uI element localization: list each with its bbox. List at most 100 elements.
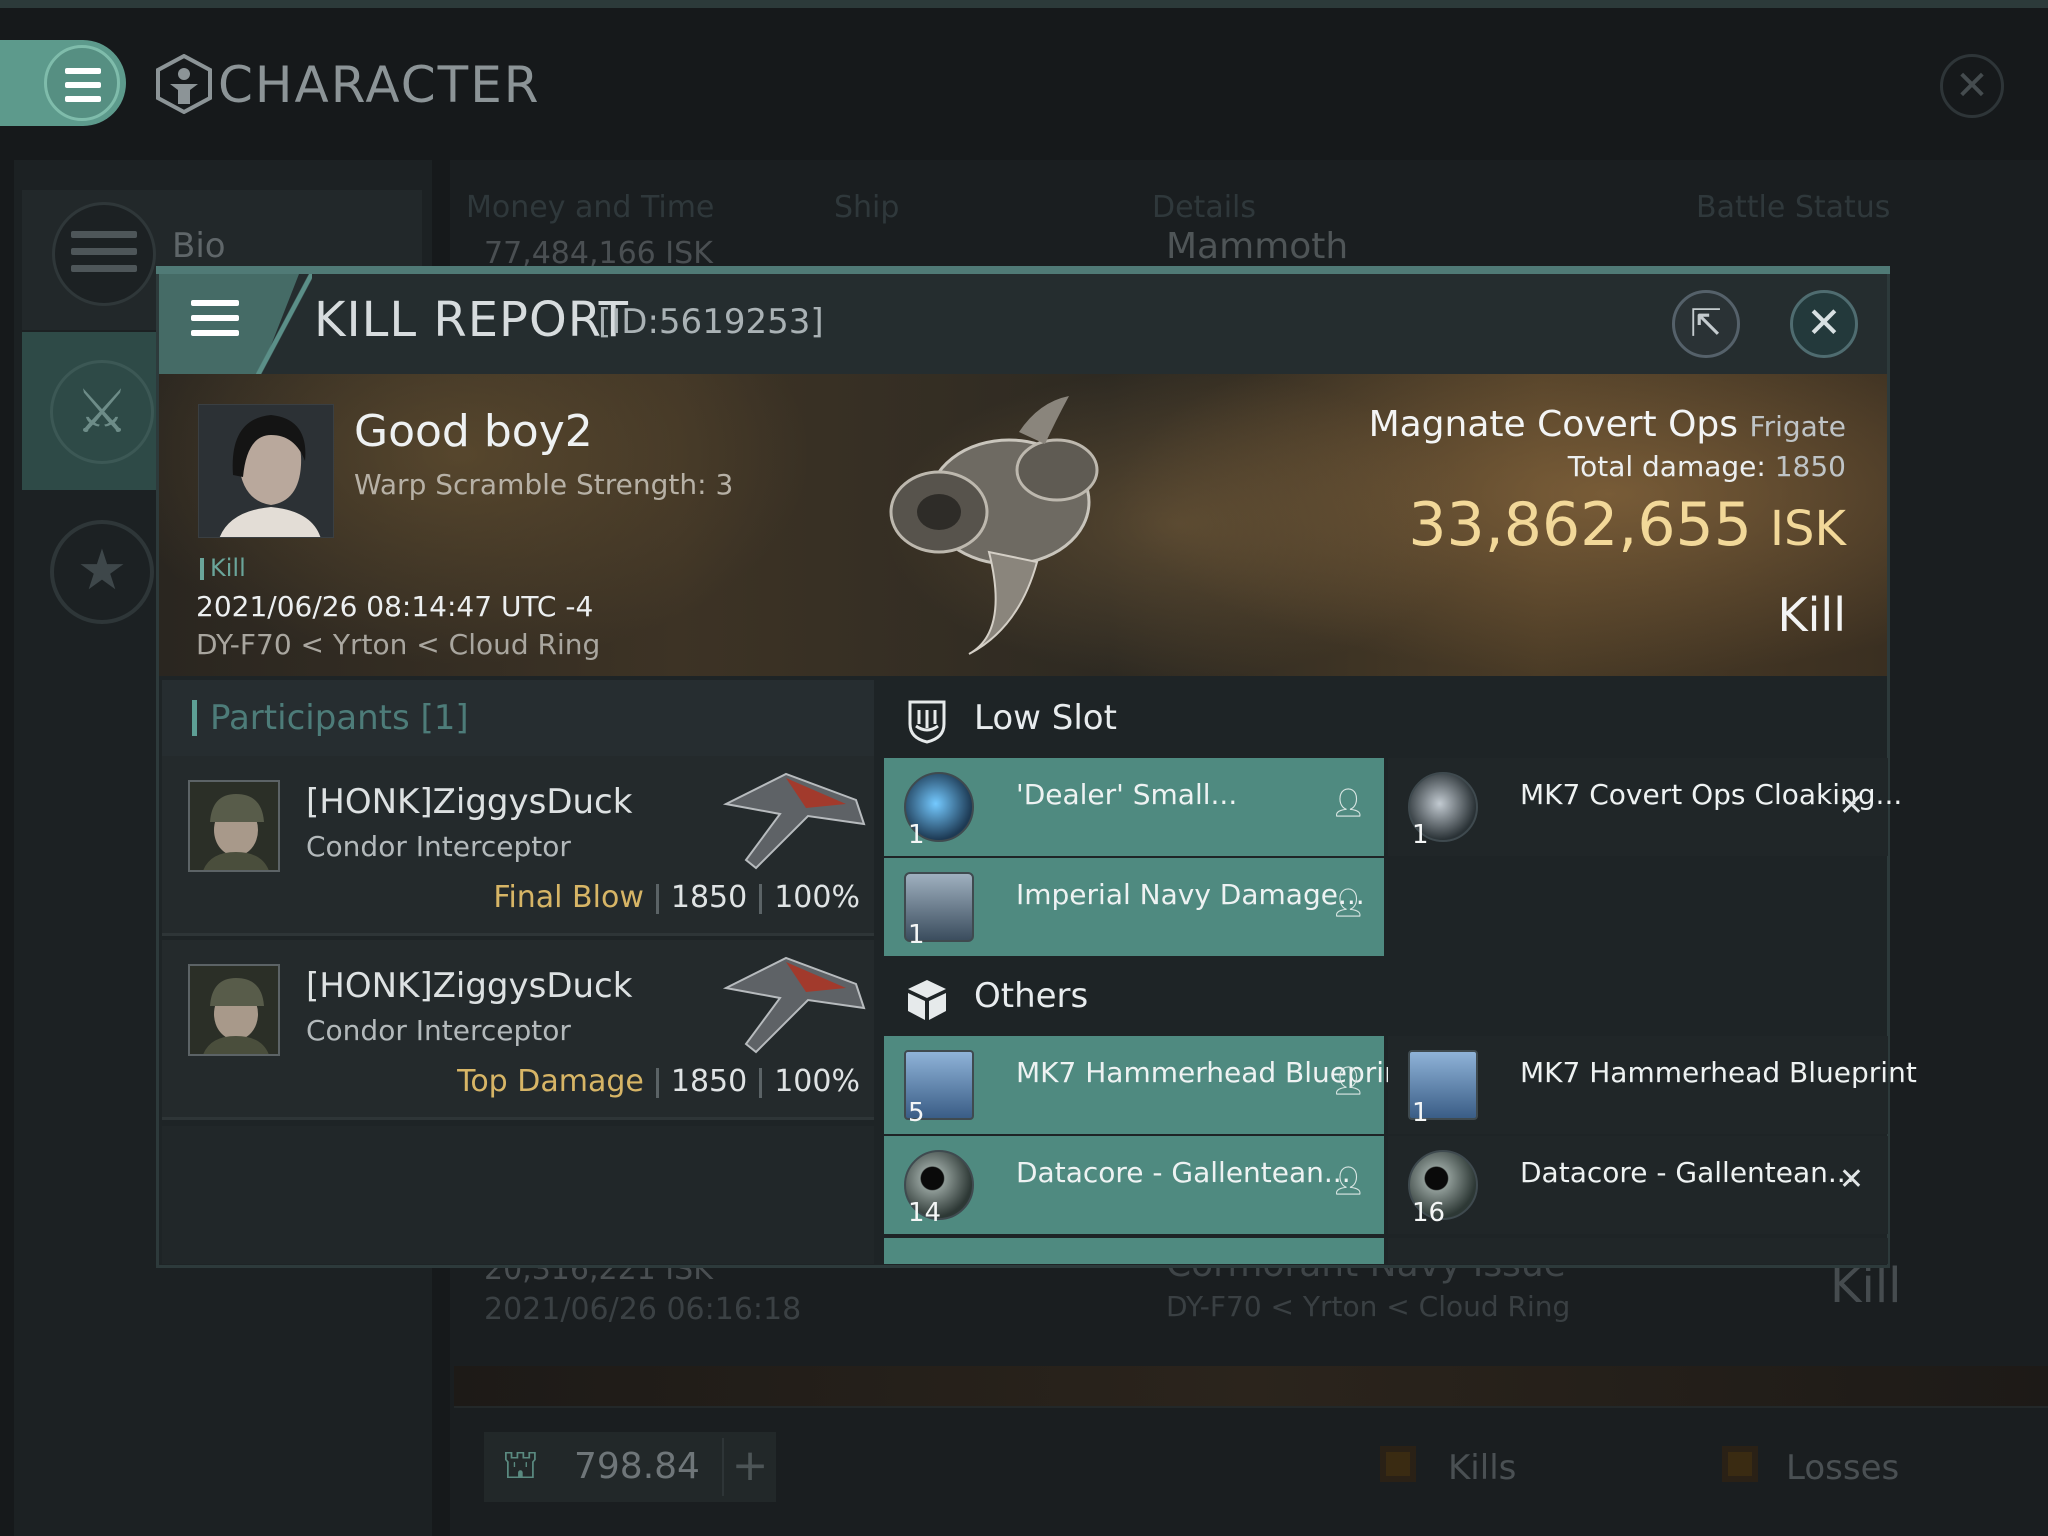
participant-damage: 1850 — [670, 880, 748, 915]
item-quantity: 1 — [1412, 820, 1429, 850]
dropped-person-icon: 👤︎ — [1330, 1164, 1366, 1197]
item-quantity: 14 — [908, 1198, 942, 1228]
column-header-status[interactable]: Battle Status — [1696, 190, 1890, 225]
item-name: Imperial Navy Damage... — [1016, 878, 1365, 911]
kills-label: Kills — [1448, 1448, 1517, 1488]
ship-name: Magnate Covert Ops — [1368, 404, 1739, 445]
cargo-box-icon — [908, 980, 946, 1020]
list-item[interactable] — [454, 1366, 2048, 1406]
total-damage-label: Total damage: — [1567, 450, 1766, 483]
participant-name: [HONK]ZiggysDuck — [306, 966, 633, 1006]
item-row[interactable]: 1 Imperial Navy Damage... 👤︎ — [884, 858, 1384, 956]
item-row[interactable]: 14 Datacore - Gallentean... 👤︎ — [884, 1136, 1384, 1234]
external-link-icon: ⇱ — [1690, 301, 1722, 345]
participant-percent: 100% — [774, 880, 860, 915]
divider — [655, 883, 659, 914]
section-label: Others — [974, 976, 1089, 1016]
portrait-image — [199, 405, 333, 537]
item-quantity: 5 — [908, 1098, 925, 1128]
dialog-title: KILL REPORT — [314, 292, 629, 348]
sidebar-item-label: Bio — [172, 226, 226, 266]
tag-bar — [200, 558, 204, 580]
header-bar — [192, 700, 197, 736]
ship-class: Frigate — [1749, 410, 1847, 443]
low-slot-header: Low Slot — [876, 680, 1888, 760]
avatar — [188, 964, 280, 1056]
menu-icon — [44, 45, 120, 121]
item-name: Datacore - Gallentean... — [1016, 1156, 1351, 1189]
item-row[interactable]: 16 Datacore - Gallentean... ✕ — [1388, 1136, 1888, 1234]
main-menu-button[interactable] — [0, 40, 126, 126]
total-damage: Total damage: 1850 — [1360, 450, 1846, 483]
participant-ship: Condor Interceptor — [306, 830, 571, 863]
others-header: Others — [876, 958, 1888, 1038]
participant-name: [HONK]ZiggysDuck — [306, 782, 633, 822]
divider — [759, 883, 763, 914]
victim-ship[interactable]: Magnate Covert Ops Frigate — [1360, 404, 1846, 445]
item-row-partial[interactable] — [1388, 1238, 1888, 1264]
dialog-top-border — [156, 266, 1890, 274]
participants-label: Participants [1] — [210, 698, 469, 738]
row-detail: Mammoth — [1166, 226, 1349, 267]
kill-tag: Kill — [200, 554, 246, 582]
character-icon — [156, 54, 212, 114]
close-icon: ✕ — [1806, 298, 1842, 347]
warp-scramble-strength: Warp Scramble Strength: 3 — [354, 468, 734, 501]
destroyed-x-icon: ✕ — [1838, 788, 1864, 823]
participant-role: Final Blow — [493, 880, 644, 915]
item-row[interactable]: 5 MK7 Hammerhead Blueprint 👤︎ — [884, 1036, 1413, 1134]
item-quantity: 1 — [908, 820, 925, 850]
victim-ship-image — [889, 396, 1099, 655]
losses-toggle-icon[interactable] — [1722, 1446, 1758, 1482]
avatar — [188, 780, 280, 872]
isk-unit: ISK — [1769, 501, 1846, 557]
kill-time: 2021/06/26 08:14:47 UTC -4 — [196, 590, 594, 623]
item-name: 'Dealer' Small... — [1016, 778, 1238, 811]
window-close-button[interactable]: ✕ — [1940, 54, 2004, 118]
item-name: Datacore - Gallentean... — [1520, 1156, 1855, 1189]
item-name: MK7 Hammerhead Blueprint — [1520, 1056, 1917, 1089]
dropped-person-icon: 👤︎ — [1330, 886, 1366, 919]
participants-header: Participants [1] — [162, 680, 874, 756]
item-quantity: 1 — [1412, 1098, 1429, 1128]
participant-ship-image — [722, 956, 866, 1054]
participant-row[interactable]: [HONK]ZiggysDuck Condor Interceptor Top … — [162, 940, 874, 1120]
victim-name[interactable]: Good boy2 — [354, 406, 593, 457]
close-button[interactable]: ✕ — [1790, 290, 1858, 358]
item-row[interactable]: 1 MK7 Covert Ops Cloaking... ✕ — [1388, 758, 1902, 856]
participant-ship-image — [722, 772, 866, 870]
list-icon — [52, 202, 156, 306]
participants-empty-area — [162, 1126, 874, 1264]
wallet-amount: 798.84 — [574, 1446, 700, 1487]
plex-icon: ⛫ — [502, 1442, 539, 1488]
low-slot-icon — [908, 700, 946, 744]
sidebar-item-medals[interactable]: ★ — [50, 520, 154, 624]
dropped-person-icon: 👤︎ — [1330, 786, 1366, 819]
add-funds-button[interactable]: + — [722, 1438, 776, 1496]
participant-percent: 100% — [774, 1064, 860, 1099]
menu-icon — [191, 300, 239, 344]
star-icon: ★ — [76, 538, 128, 603]
share-button[interactable]: ⇱ — [1672, 290, 1740, 358]
report-id: [ID:5619253] — [598, 302, 824, 342]
header-divider — [256, 274, 312, 374]
column-header-money[interactable]: Money and Time — [466, 190, 714, 225]
section-label: Low Slot — [974, 698, 1117, 738]
kills-toggle-icon[interactable] — [1380, 1446, 1416, 1482]
row-time: 2021/06/26 06:16:18 — [484, 1292, 802, 1327]
column-header-details[interactable]: Details — [1152, 190, 1256, 225]
battle-outcome: Kill — [1777, 588, 1846, 642]
item-row[interactable]: 1 'Dealer' Small... 👤︎ — [884, 758, 1384, 856]
destroyed-x-icon: ✕ — [1838, 1162, 1864, 1197]
item-row[interactable]: 1 MK7 Hammerhead Blueprint — [1388, 1036, 1917, 1134]
top-border — [0, 0, 2048, 8]
participant-row[interactable]: [HONK]ZiggysDuck Condor Interceptor Fina… — [162, 756, 874, 936]
kill-location[interactable]: DY-F70 < Yrton < Cloud Ring — [196, 628, 600, 661]
column-header-ship[interactable]: Ship — [834, 190, 899, 225]
item-row-partial[interactable] — [884, 1238, 1384, 1264]
participant-stats: Final Blow 1850 100% — [493, 880, 860, 915]
item-quantity: 1 — [908, 920, 925, 950]
victim-portrait[interactable] — [198, 404, 334, 538]
losses-label: Losses — [1786, 1448, 1900, 1488]
wallet: ⛫ 798.84 + — [484, 1432, 776, 1502]
